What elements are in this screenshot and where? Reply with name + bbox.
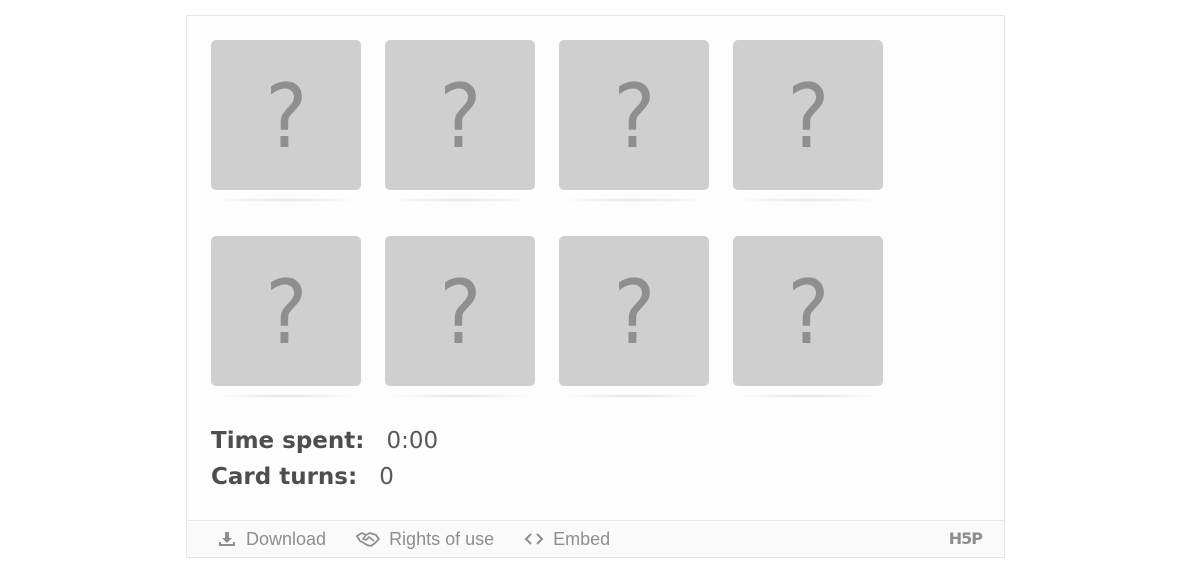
memory-card[interactable]: ?: [733, 40, 883, 190]
h5p-logo[interactable]: H5P: [949, 529, 983, 548]
question-mark-icon: ?: [786, 261, 830, 364]
card-shadow: [564, 198, 704, 202]
memory-card[interactable]: ?: [559, 40, 709, 190]
card-shadow: [390, 198, 530, 202]
card-shadow: [738, 394, 878, 398]
memory-card[interactable]: ?: [211, 40, 361, 190]
embed-label: Embed: [553, 528, 611, 549]
h5p-actions-bar: Download Rights of use Embed H5P: [187, 520, 1004, 557]
download-button[interactable]: Download: [217, 529, 326, 550]
memory-card[interactable]: ?: [733, 236, 883, 386]
question-mark-icon: ?: [612, 65, 656, 168]
card-shadow: [390, 394, 530, 398]
rights-of-use-label: Rights of use: [389, 528, 495, 549]
time-spent-label: Time spent:: [211, 428, 365, 454]
question-mark-icon: ?: [438, 261, 482, 364]
memory-card[interactable]: ?: [385, 236, 535, 386]
time-spent-value: 0:00: [386, 428, 439, 454]
card-shadow: [564, 394, 704, 398]
memory-game-container: ? ? ? ? ? ? ? ? Time spent: 0:00 Card tu…: [186, 15, 1005, 558]
download-icon: [217, 529, 237, 549]
card-shadow: [738, 198, 878, 202]
card-turns-label: Card turns:: [211, 464, 358, 490]
download-label: Download: [246, 528, 327, 549]
card-turns-row: Card turns: 0: [211, 464, 438, 500]
code-icon: [524, 529, 544, 549]
question-mark-icon: ?: [786, 65, 830, 168]
memory-card[interactable]: ?: [385, 40, 535, 190]
card-shadow: [216, 394, 356, 398]
question-mark-icon: ?: [438, 65, 482, 168]
game-stats: Time spent: 0:00 Card turns: 0: [211, 428, 438, 500]
question-mark-icon: ?: [612, 261, 656, 364]
card-shadow: [216, 198, 356, 202]
time-spent-row: Time spent: 0:00: [211, 428, 438, 464]
card-turns-value: 0: [379, 464, 394, 490]
memory-card[interactable]: ?: [211, 236, 361, 386]
memory-card[interactable]: ?: [559, 236, 709, 386]
handshake-icon: [356, 529, 380, 549]
question-mark-icon: ?: [264, 65, 308, 168]
rights-of-use-button[interactable]: Rights of use: [356, 529, 494, 550]
embed-button[interactable]: Embed: [524, 529, 610, 550]
question-mark-icon: ?: [264, 261, 308, 364]
